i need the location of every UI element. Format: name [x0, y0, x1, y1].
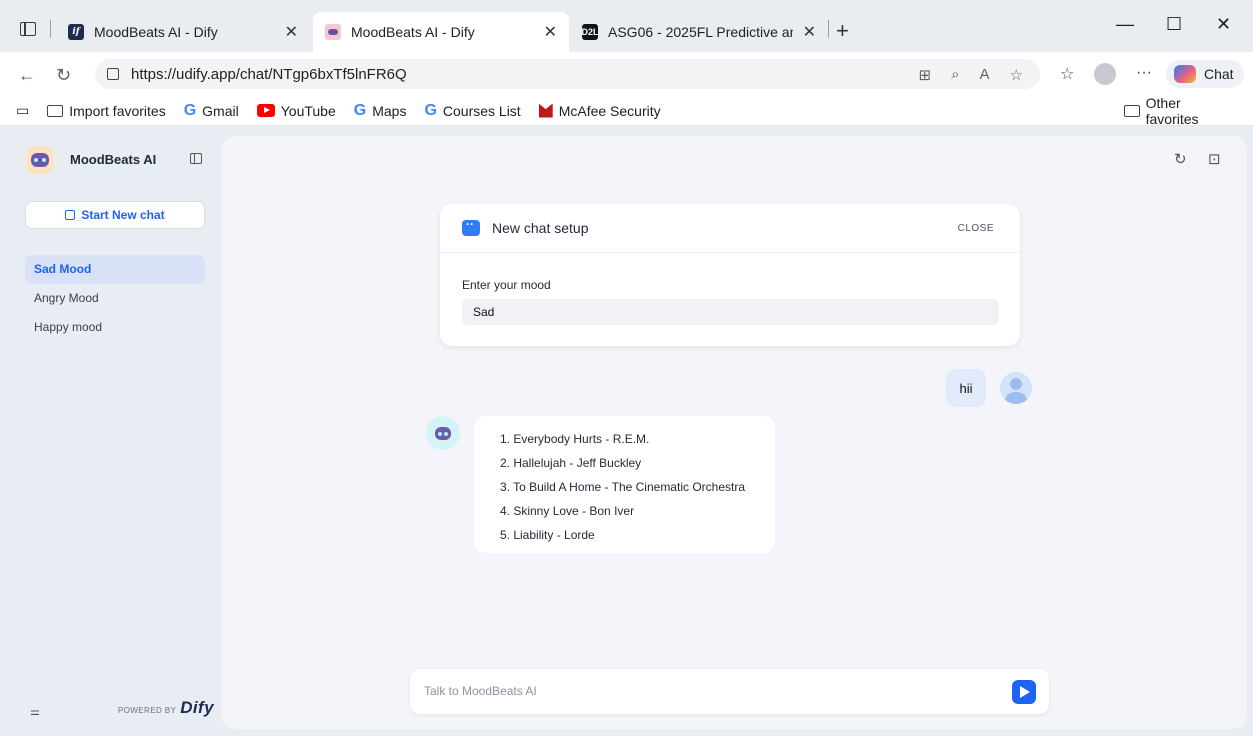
sidebar-toggle-icon[interactable]: ▭: [16, 102, 29, 119]
mcafee-icon: [538, 103, 553, 118]
dify-logo: Dify: [180, 698, 214, 717]
conversation-item-happy[interactable]: Happy mood: [25, 313, 205, 342]
chat-input-placeholder: Talk to MoodBeats AI: [424, 684, 537, 698]
bookmark-other-favorites[interactable]: Other favorites: [1124, 95, 1235, 127]
minimize-button[interactable]: —: [1116, 14, 1134, 35]
tab-separator: [828, 20, 829, 38]
app-name: MoodBeats AI: [70, 152, 157, 167]
user-message: hii: [946, 369, 986, 407]
app-logo: [26, 146, 54, 174]
list-item: 5. Liability - Lorde: [500, 528, 595, 542]
app-available-icon[interactable]: ⊞: [919, 66, 932, 84]
url-text: https://udify.app/chat/NTgp6bxTf5lnFR6Q: [131, 65, 407, 83]
list-item: 2. Hallelujah - Jeff Buckley: [500, 456, 642, 470]
user-avatar: [1000, 372, 1032, 404]
copilot-chat-button[interactable]: Chat: [1166, 60, 1244, 88]
tab-separator: [50, 20, 51, 38]
bookmark-mcafee[interactable]: McAfee Security: [538, 103, 661, 119]
conversation-list: Sad Mood Angry Mood Happy mood: [25, 255, 205, 342]
close-tab-icon[interactable]: ✕: [803, 22, 816, 42]
chat-label: Chat: [1204, 66, 1234, 82]
youtube-icon: [256, 104, 275, 117]
if-icon: if: [68, 24, 84, 40]
bookmark-youtube[interactable]: YouTube: [256, 103, 336, 119]
mood-field[interactable]: Sad: [462, 299, 999, 325]
edit-icon: [65, 210, 76, 220]
settings-sliders-icon[interactable]: ⚌: [30, 705, 40, 718]
list-item: 1. Everybody Hurts - R.E.M.: [500, 432, 650, 446]
bookmark-gmail[interactable]: G Gmail: [184, 102, 239, 120]
chat-bubble-icon: [462, 217, 480, 236]
google-icon: G: [353, 101, 367, 119]
tab-asg06[interactable]: D2L ASG06 - 2025FL Predictive and Te ✕: [570, 12, 828, 52]
robot-icon: [31, 153, 49, 167]
d2l-icon: D2L: [582, 24, 599, 40]
chat-settings-icon[interactable]: ⊡: [1208, 150, 1221, 168]
bookmarks-bar: ▭ Import favorites G Gmail YouTube G Map…: [0, 95, 1253, 127]
conversation-item-angry[interactable]: Angry Mood: [25, 284, 205, 313]
favorites-icon[interactable]: ☆: [1060, 64, 1074, 84]
copilot-icon: [1174, 65, 1196, 83]
tab-actions-icon[interactable]: [20, 22, 36, 36]
new-tab-button[interactable]: +: [836, 18, 849, 44]
import-icon: [47, 104, 64, 117]
google-icon: G: [183, 101, 197, 119]
tab-moodbeats-2[interactable]: MoodBeats AI - Dify ✕: [313, 12, 569, 52]
robot-icon: [435, 426, 451, 440]
bot-message: 1. Everybody Hurts - R.E.M. 2. Halleluja…: [474, 416, 775, 553]
collapse-sidebar-icon[interactable]: [190, 153, 202, 164]
zoom-icon[interactable]: ⌕: [951, 66, 959, 84]
mood-field-label: Enter your mood: [462, 278, 551, 292]
close-window-button[interactable]: ✕: [1216, 14, 1231, 35]
tab-moodbeats-1[interactable]: if MoodBeats AI - Dify ✕: [56, 12, 310, 52]
favorite-star-icon[interactable]: ☆: [1010, 66, 1023, 84]
send-icon[interactable]: [1012, 680, 1036, 704]
chat-main: ↻ ⊡ New chat setup CLOSE Enter your mood…: [222, 136, 1247, 729]
google-icon: G: [424, 101, 437, 119]
back-icon[interactable]: ←: [18, 65, 36, 86]
read-aloud-icon[interactable]: A: [980, 66, 990, 84]
setup-header: New chat setup: [440, 204, 1020, 253]
list-item: 3. To Build A Home - The Cinematic Orche…: [500, 480, 745, 494]
profile-avatar[interactable]: [1094, 63, 1116, 85]
bot-avatar: [426, 416, 460, 450]
maximize-button[interactable]: ☐: [1166, 14, 1182, 35]
lock-icon: [107, 68, 119, 80]
close-setup-button[interactable]: CLOSE: [958, 223, 994, 234]
chat-input[interactable]: Talk to MoodBeats AI: [410, 669, 1049, 714]
browser-tabbar: if MoodBeats AI - Dify ✕ MoodBeats AI - …: [0, 0, 1253, 52]
tab-title: ASG06 - 2025FL Predictive and Te: [608, 24, 793, 40]
refresh-chat-icon[interactable]: ↻: [1174, 150, 1187, 168]
bookmark-import[interactable]: Import favorites: [47, 103, 166, 119]
start-new-chat-button[interactable]: Start New chat: [25, 201, 205, 229]
bookmark-courses[interactable]: G Courses List: [424, 102, 520, 120]
refresh-icon[interactable]: ↻: [56, 65, 71, 86]
new-chat-setup-panel: New chat setup CLOSE Enter your mood Sad: [440, 204, 1020, 346]
address-bar[interactable]: https://udify.app/chat/NTgp6bxTf5lnFR6Q: [95, 59, 1040, 89]
close-tab-icon[interactable]: ✕: [285, 22, 298, 42]
setup-title: New chat setup: [492, 220, 589, 236]
list-item: 4. Skinny Love - Bon Iver: [500, 504, 635, 518]
sidebar: MoodBeats AI Start New chat Sad Mood Ang…: [8, 128, 214, 733]
bookmark-maps[interactable]: G Maps: [354, 102, 407, 120]
dify-app: MoodBeats AI Start New chat Sad Mood Ang…: [8, 128, 1248, 733]
more-icon[interactable]: ···: [1136, 64, 1152, 82]
folder-icon: [1124, 104, 1140, 117]
browser-toolbar: ← ↻ https://udify.app/chat/NTgp6bxTf5lnF…: [0, 52, 1253, 96]
tab-title: MoodBeats AI - Dify: [351, 24, 475, 40]
close-tab-icon[interactable]: ✕: [544, 22, 557, 42]
conversation-item-sad[interactable]: Sad Mood: [25, 255, 205, 284]
tab-title: MoodBeats AI - Dify: [94, 24, 218, 40]
address-bar-icons: ⊞ ⌕ A ☆: [919, 66, 1023, 84]
powered-by: POWERED BY Dify: [118, 698, 214, 717]
bot-icon: [325, 24, 341, 40]
